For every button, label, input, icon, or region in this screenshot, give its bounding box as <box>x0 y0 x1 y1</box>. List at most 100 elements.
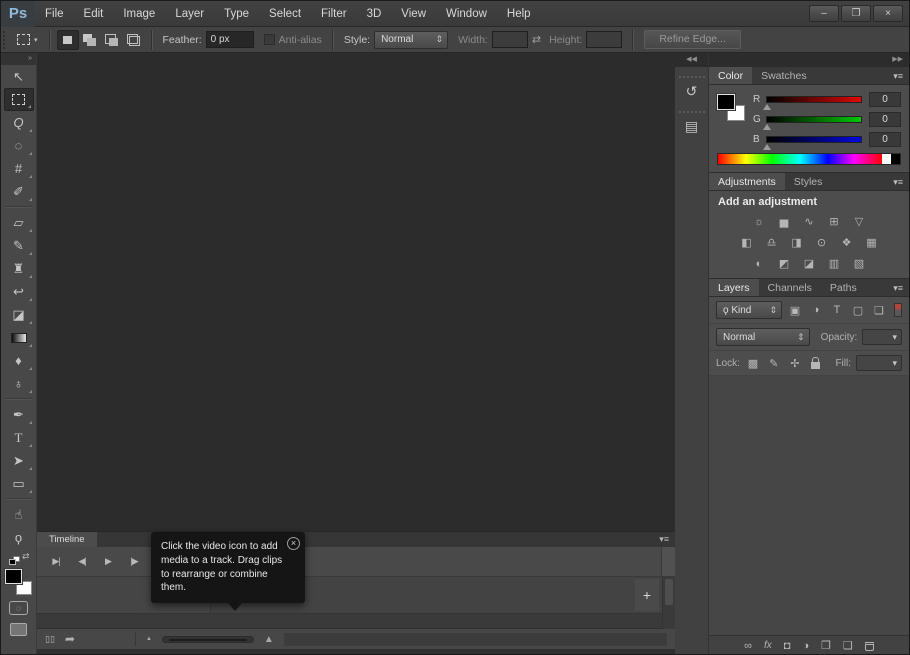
menu-help[interactable]: Help <box>497 1 541 27</box>
layer-group-icon[interactable]: ❒ <box>821 641 831 652</box>
tab-color[interactable]: Color <box>709 67 752 84</box>
green-value-field[interactable]: 0 <box>869 112 901 127</box>
scrollbar-thumb[interactable] <box>665 579 673 605</box>
menu-select[interactable]: Select <box>259 1 311 27</box>
new-selection-button[interactable] <box>57 30 79 50</box>
eyedropper-tool-button[interactable]: ✐ <box>4 180 34 203</box>
width-input[interactable] <box>492 31 528 48</box>
timeline-panel-menu-icon[interactable]: ▾≡ <box>659 532 675 547</box>
posterize-icon[interactable]: ◩ <box>775 256 793 271</box>
tab-adjustments[interactable]: Adjustments <box>709 173 785 190</box>
gradient-map-icon[interactable]: ▥ <box>825 256 843 271</box>
minimize-button[interactable]: – <box>809 5 839 22</box>
link-layers-icon[interactable]: ∞ <box>744 641 752 652</box>
blue-slider[interactable] <box>766 136 862 143</box>
subtract-from-selection-button[interactable] <box>101 30 123 50</box>
brush-tool-button[interactable]: ✎ <box>4 234 34 257</box>
filter-smart-objects-icon[interactable]: ❏ <box>871 304 887 317</box>
color-panel-menu-icon[interactable]: ▾≡ <box>893 67 909 84</box>
blur-tool-button[interactable]: ♦ <box>4 349 34 372</box>
rectangle-tool-button[interactable]: ▭ <box>4 472 34 495</box>
pen-tool-button[interactable]: ✒ <box>4 403 34 426</box>
filter-type-layers-icon[interactable]: T <box>829 304 845 316</box>
hand-tool-button[interactable]: ☝ <box>4 503 34 526</box>
adjustments-panel-menu-icon[interactable]: ▾≡ <box>893 173 909 190</box>
restore-button[interactable]: ❐ <box>841 5 871 22</box>
history-panel-button[interactable]: ↺ <box>679 76 705 102</box>
canvas-pasteboard[interactable] <box>37 53 675 531</box>
lock-paint-icon[interactable]: ✎ <box>766 357 782 370</box>
panel-dock-collapse-icon[interactable]: ▶▶ <box>709 53 909 67</box>
lock-position-icon[interactable]: ✢ <box>787 357 803 370</box>
type-tool-button[interactable]: T <box>4 426 34 449</box>
tab-layers[interactable]: Layers <box>709 279 759 296</box>
intersect-selection-button[interactable] <box>123 30 145 50</box>
menu-layer[interactable]: Layer <box>165 1 214 27</box>
zoom-out-timeline-icon[interactable]: ▲ <box>146 636 152 642</box>
color-lookup-icon[interactable]: ▦ <box>863 235 881 250</box>
previous-frame-button[interactable]: ◀| <box>69 551 95 571</box>
timeline-zoom-slider[interactable] <box>162 636 254 643</box>
threshold-icon[interactable]: ◪ <box>800 256 818 271</box>
black-white-icon[interactable]: ◨ <box>788 235 806 250</box>
timeline-horizontal-scrollbar[interactable] <box>284 633 667 646</box>
menu-view[interactable]: View <box>391 1 436 27</box>
exposure-icon[interactable]: ⊞ <box>825 214 843 229</box>
green-slider[interactable] <box>766 116 862 123</box>
spectrum-gradient[interactable] <box>718 154 882 164</box>
screen-mode-button[interactable] <box>10 623 27 636</box>
tab-channels[interactable]: Channels <box>759 279 821 296</box>
height-input[interactable] <box>586 31 622 48</box>
export-timeline-icon[interactable]: ➦ <box>65 632 75 646</box>
refine-edge-button[interactable]: Refine Edge... <box>644 30 741 49</box>
frames-icon[interactable]: ▯▯ <box>45 634 55 645</box>
timeline-vertical-scrollbar[interactable] <box>662 577 675 630</box>
color-balance-icon[interactable]: ♎ <box>763 235 781 250</box>
filter-pixel-layers-icon[interactable]: ▣ <box>787 304 803 317</box>
menu-window[interactable]: Window <box>436 1 497 27</box>
lock-transparency-icon[interactable]: ▩ <box>745 357 761 370</box>
properties-panel-button[interactable]: ▤ <box>679 111 705 137</box>
menu-filter[interactable]: Filter <box>311 1 357 27</box>
brightness-contrast-icon[interactable]: ☼ <box>750 214 768 229</box>
layer-filter-toggle[interactable] <box>894 303 902 317</box>
add-to-selection-button[interactable] <box>79 30 101 50</box>
eraser-tool-button[interactable]: ◪ <box>4 303 34 326</box>
swap-width-height-icon[interactable]: ⇄ <box>532 33 541 46</box>
anti-alias-checkbox[interactable] <box>264 34 275 45</box>
rectangular-marquee-tool-button[interactable] <box>4 88 34 111</box>
color-spectrum-ramp[interactable] <box>717 153 901 165</box>
options-bar-grip[interactable] <box>3 31 8 49</box>
filter-kind-select[interactable]: ϙ Kind ⇕ <box>716 301 782 319</box>
default-and-swap-colors[interactable]: ⇄ <box>8 552 30 565</box>
fill-field[interactable]: ▾ <box>856 355 902 371</box>
crop-tool-button[interactable]: # <box>4 157 34 180</box>
zoom-tool-button[interactable]: ϙ <box>4 526 34 549</box>
blue-value-field[interactable]: 0 <box>869 132 901 147</box>
history-brush-tool-button[interactable]: ↩ <box>4 280 34 303</box>
tab-timeline[interactable]: Timeline <box>37 532 97 547</box>
move-tool-button[interactable]: ↖ <box>4 65 34 88</box>
layers-panel-menu-icon[interactable]: ▾≡ <box>893 279 909 296</box>
new-layer-icon[interactable]: ❏ <box>843 641 853 652</box>
quick-selection-tool-button[interactable]: ◌ <box>4 134 34 157</box>
add-media-button[interactable]: + <box>635 579 659 611</box>
menu-type[interactable]: Type <box>214 1 259 27</box>
feather-input[interactable] <box>206 31 254 48</box>
path-selection-tool-button[interactable]: ➤ <box>4 449 34 472</box>
invert-icon[interactable]: ◐ <box>750 256 768 271</box>
tool-preset-button[interactable]: ▾ <box>12 32 43 47</box>
layer-mask-icon[interactable]: ◘ <box>784 641 791 652</box>
play-button[interactable]: ▶ <box>95 551 121 571</box>
dodge-tool-button[interactable]: ♁ <box>4 372 34 395</box>
opacity-field[interactable]: ▾ <box>862 329 902 345</box>
filter-shape-layers-icon[interactable]: ▢ <box>850 304 866 317</box>
style-select[interactable]: Normal ⇕ <box>374 31 448 49</box>
close-button[interactable]: × <box>873 5 903 22</box>
lock-all-icon[interactable] <box>811 362 820 369</box>
red-value-field[interactable]: 0 <box>869 92 901 107</box>
photo-filter-icon[interactable]: ⊙ <box>813 235 831 250</box>
go-to-first-frame-button[interactable]: ▶| <box>43 551 69 571</box>
zoom-in-timeline-icon[interactable]: ▲ <box>264 634 274 645</box>
layers-list[interactable] <box>709 376 909 635</box>
